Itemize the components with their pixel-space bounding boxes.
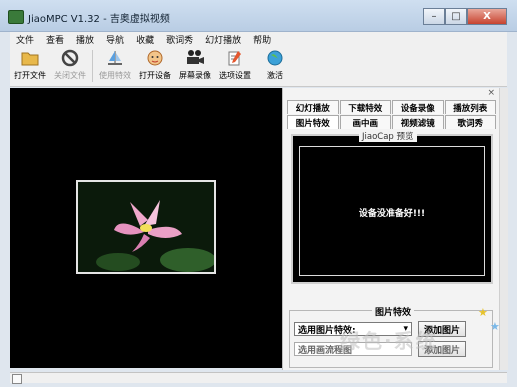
close-file-label: 关闭文件 — [54, 71, 86, 80]
open-device-label: 打开设备 — [139, 71, 171, 80]
sail-icon — [105, 48, 125, 68]
seek-bar[interactable] — [10, 372, 507, 384]
screen-record-label: 屏幕录像 — [179, 71, 211, 80]
lotus-thumbnail — [76, 180, 216, 274]
menu-slideshow[interactable]: 幻灯播放 — [199, 33, 247, 46]
preview-title: JiaoCap 预览 — [359, 130, 417, 142]
menu-navigate[interactable]: 导航 — [100, 33, 130, 46]
tab-lyrics-show[interactable]: 歌词秀 — [444, 115, 496, 129]
tab-picture-in-picture[interactable]: 画中画 — [339, 115, 391, 129]
film-camera-icon — [185, 48, 205, 68]
minimize-button[interactable]: – — [423, 8, 445, 25]
close-file-button[interactable]: 关闭文件 — [50, 46, 90, 86]
toolbar: 打开文件 关闭文件 使用特效 打开设备 屏幕录像 选项设置 激活 — [10, 46, 507, 87]
activate-button[interactable]: 激活 — [255, 46, 295, 86]
title-bar: JiaoMPC V1.32 - 吉奥虚拟视频 – □ X — [0, 0, 517, 32]
screen-record-button[interactable]: 屏幕录像 — [175, 46, 215, 86]
menu-file[interactable]: 文件 — [10, 33, 40, 46]
open-file-label: 打开文件 — [14, 71, 46, 80]
close-button[interactable]: X — [467, 8, 507, 25]
tab-playlist[interactable]: 播放列表 — [444, 100, 496, 114]
tab-slideshow[interactable]: 幻灯播放 — [287, 100, 339, 114]
star-icon: ★ — [478, 306, 488, 319]
use-effect-label: 使用特效 — [99, 71, 131, 80]
use-effect-button[interactable]: 使用特效 — [95, 46, 135, 86]
panel-close-button[interactable]: × — [487, 88, 495, 98]
menu-bar: 文件 查看 播放 导航 收藏 歌词秀 幻灯播放 帮助 — [10, 32, 507, 46]
window-controls: – □ X — [423, 8, 507, 25]
menu-help[interactable]: 帮助 — [247, 33, 277, 46]
no-entry-icon — [60, 48, 80, 68]
menu-view[interactable]: 查看 — [40, 33, 70, 46]
vertical-scrollbar[interactable] — [499, 88, 508, 370]
image-effects-title: 图片特效 — [372, 305, 415, 318]
preview-message: 设备没准备好!!! — [358, 209, 426, 219]
seek-handle[interactable] — [12, 374, 22, 384]
globe-icon — [265, 48, 285, 68]
tab-download-effects[interactable]: 下载特效 — [339, 100, 391, 114]
open-file-button[interactable]: 打开文件 — [10, 46, 50, 86]
preview-frame: JiaoCap 预览 设备没准备好!!! — [291, 130, 493, 284]
watermark: 绿色·系统 — [340, 329, 438, 353]
options-label: 选项设置 — [219, 71, 251, 80]
tab-video-filter[interactable]: 视频滤镜 — [392, 115, 444, 129]
menu-lyrics[interactable]: 歌词秀 — [160, 33, 199, 46]
menu-play[interactable]: 播放 — [70, 33, 100, 46]
tab-row-bottom: 图片特效 画中画 视频滤镜 歌词秀 — [287, 115, 497, 129]
options-button[interactable]: 选项设置 — [215, 46, 255, 86]
open-device-button[interactable]: 打开设备 — [135, 46, 175, 86]
video-area[interactable] — [10, 88, 282, 368]
star-icon: ★ — [490, 320, 500, 333]
window-title: JiaoMPC V1.32 - 吉奥虚拟视频 — [28, 14, 170, 25]
tab-device-recording[interactable]: 设备录像 — [392, 100, 444, 114]
pencil-list-icon — [225, 48, 245, 68]
toolbar-separator — [92, 50, 93, 82]
menu-favorites[interactable]: 收藏 — [130, 33, 160, 46]
folder-icon — [20, 48, 40, 68]
tab-row-top: 幻灯播放 下载特效 设备录像 播放列表 — [287, 100, 497, 114]
maximize-button[interactable]: □ — [445, 8, 467, 25]
app-icon — [8, 10, 24, 24]
webcam-face-icon — [145, 48, 165, 68]
tab-image-effects[interactable]: 图片特效 — [287, 115, 339, 129]
activate-label: 激活 — [267, 71, 283, 80]
